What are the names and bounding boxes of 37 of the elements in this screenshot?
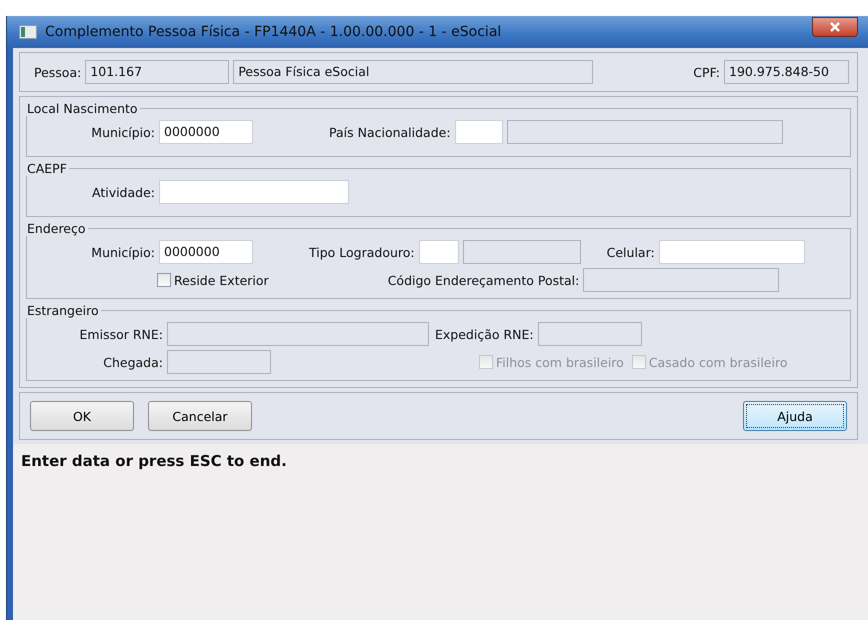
close-button[interactable] <box>812 17 858 37</box>
field-label: CPF: <box>693 64 720 80</box>
person-code-field[interactable]: 101.167 <box>85 60 230 84</box>
municipio-field[interactable]: 0000000 <box>159 120 253 144</box>
checkbox-label: Casado com brasileiro <box>648 354 788 370</box>
field-label: Código Endereçamento Postal: <box>388 272 580 288</box>
window-title: Complemento Pessoa Física - FP1440A - 1.00.00.000 - 1 - eSocial <box>45 24 502 40</box>
country-code-field[interactable] <box>454 120 503 144</box>
group-title: Estrangeiro <box>26 303 100 318</box>
group-title: Local Nascimento <box>26 101 139 116</box>
field-label: Chegada: <box>102 354 163 370</box>
cpf-field[interactable]: 190.975.848-50 <box>724 60 849 84</box>
checkbox-label: Reside Exterior <box>174 272 269 288</box>
dialog-button[interactable]: Ajuda <box>743 401 847 431</box>
dialog-button[interactable]: Cancelar <box>148 401 252 431</box>
field-label: Emissor RNE: <box>78 326 163 342</box>
field-label: Celular: <box>606 244 655 260</box>
field-label: Município: <box>90 124 155 140</box>
field-label: Atividade: <box>90 184 155 200</box>
phone-field[interactable] <box>658 240 805 264</box>
field-label: Pessoa: <box>34 64 82 80</box>
status-bar: Enter data or press ESC to end. <box>13 444 868 620</box>
window-icon <box>19 25 37 39</box>
group-title: Endereço <box>26 221 87 236</box>
checkbox[interactable] <box>157 273 171 287</box>
close-icon <box>829 22 841 32</box>
municipio-field[interactable]: 0000000 <box>159 240 253 264</box>
person-name-field[interactable]: Pessoa Física eSocial <box>233 60 594 84</box>
field-label: Tipo Logradouro: <box>309 244 415 260</box>
field-label: Município: <box>90 244 155 260</box>
field-label: Expedição RNE: <box>435 326 534 342</box>
group-title: CAEPF <box>26 161 68 176</box>
dialog-button[interactable]: OK <box>30 401 134 431</box>
activity-field[interactable] <box>159 180 349 204</box>
street-type-code-field[interactable] <box>418 240 459 264</box>
checkbox-label: Filhos com brasileiro <box>496 354 624 370</box>
field-label: País Nacionalidade: <box>329 124 451 140</box>
